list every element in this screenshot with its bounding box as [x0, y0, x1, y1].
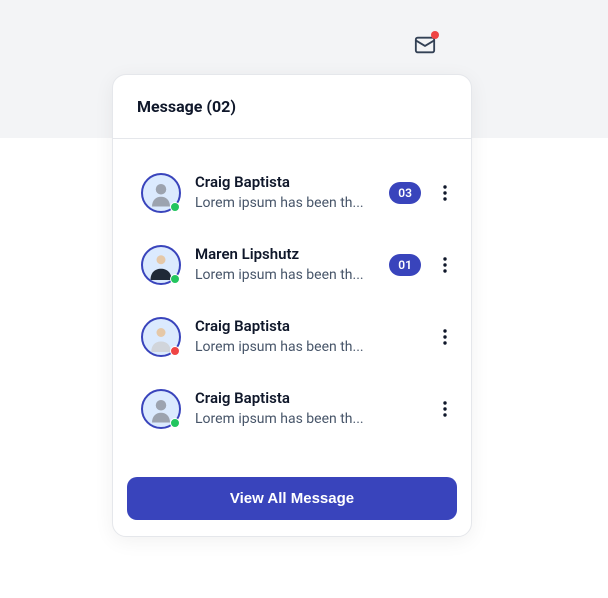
- more-button[interactable]: [435, 253, 455, 277]
- sender-name: Craig Baptista: [195, 173, 375, 191]
- message-preview: Lorem ipsum has been th...: [195, 410, 421, 429]
- more-vertical-icon: [443, 401, 447, 417]
- message-preview: Lorem ipsum has been th...: [195, 338, 421, 357]
- message-item[interactable]: Maren Lipshutz Lorem ipsum has been th..…: [135, 229, 461, 301]
- messages-dropdown: Message (02) Craig Baptista Lorem ipsum …: [112, 74, 472, 537]
- message-item[interactable]: Craig Baptista Lorem ipsum has been th..…: [135, 301, 461, 373]
- message-preview: Lorem ipsum has been th...: [195, 266, 375, 285]
- more-vertical-icon: [443, 329, 447, 345]
- messages-list[interactable]: Craig Baptista Lorem ipsum has been th..…: [113, 139, 471, 465]
- avatar: [141, 317, 181, 357]
- avatar: [141, 389, 181, 429]
- sender-name: Craig Baptista: [195, 317, 421, 335]
- message-item[interactable]: Craig Baptista Lorem ipsum has been th..…: [135, 373, 461, 445]
- avatar: [141, 173, 181, 213]
- mail-button[interactable]: [414, 34, 436, 60]
- message-body: Craig Baptista Lorem ipsum has been th..…: [195, 389, 421, 429]
- status-indicator: [170, 202, 180, 212]
- more-button[interactable]: [435, 397, 455, 421]
- more-vertical-icon: [443, 257, 447, 273]
- message-body: Maren Lipshutz Lorem ipsum has been th..…: [195, 245, 375, 285]
- status-indicator: [170, 346, 180, 356]
- more-vertical-icon: [443, 185, 447, 201]
- dropdown-title: Message (02): [137, 97, 447, 116]
- unread-badge: 03: [389, 182, 421, 204]
- message-preview: Lorem ipsum has been th...: [195, 194, 375, 213]
- unread-badge: 01: [389, 254, 421, 276]
- status-indicator: [170, 418, 180, 428]
- sender-name: Maren Lipshutz: [195, 245, 375, 263]
- message-item[interactable]: Craig Baptista Lorem ipsum has been th..…: [135, 157, 461, 229]
- dropdown-header: Message (02): [113, 75, 471, 139]
- dropdown-footer: View All Message: [113, 465, 471, 536]
- message-body: Craig Baptista Lorem ipsum has been th..…: [195, 317, 421, 357]
- avatar: [141, 245, 181, 285]
- sender-name: Craig Baptista: [195, 389, 421, 407]
- view-all-button[interactable]: View All Message: [127, 477, 457, 520]
- message-body: Craig Baptista Lorem ipsum has been th..…: [195, 173, 375, 213]
- status-indicator: [170, 274, 180, 284]
- more-button[interactable]: [435, 325, 455, 349]
- mail-notification-dot: [431, 31, 439, 39]
- more-button[interactable]: [435, 181, 455, 205]
